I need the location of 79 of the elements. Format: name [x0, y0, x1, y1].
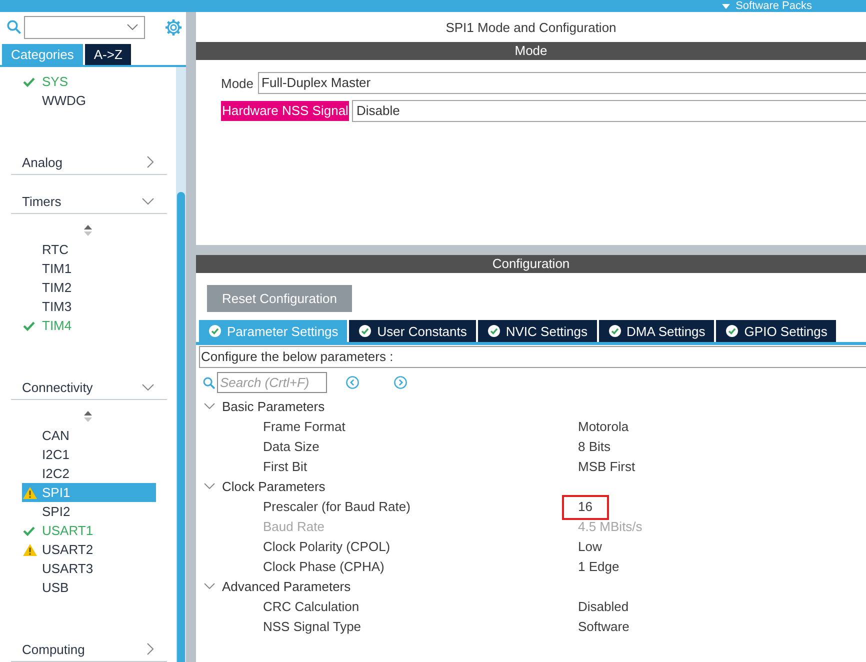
search-icon[interactable]	[203, 376, 215, 388]
chevron-down-icon	[142, 198, 154, 204]
warning-icon	[23, 486, 37, 498]
parameter-value[interactable]: 8 Bits	[578, 438, 611, 454]
parameter-label: Baud Rate	[263, 518, 324, 534]
check-circle-icon	[726, 325, 738, 337]
search-field[interactable]: Search (Crtl+F)	[217, 372, 327, 393]
next-icon[interactable]	[394, 376, 407, 389]
config-tab[interactable]: NVIC Settings	[478, 320, 597, 342]
check-circle-icon	[488, 325, 500, 337]
sidebar-item[interactable]: I2C2	[22, 464, 156, 483]
parameter-label: Clock Phase (CPHA)	[263, 558, 384, 574]
parameter-label: CRC Calculation	[263, 598, 360, 614]
chevron-right-icon	[147, 643, 154, 655]
select-field[interactable]: Disable	[352, 100, 866, 122]
chevron-right-icon	[147, 156, 154, 168]
chevron-down-icon	[204, 483, 215, 489]
hint-box: Configure the below parameters :	[199, 346, 866, 368]
sidebar-item[interactable]: USB	[22, 578, 156, 597]
parameter-label: First Bit	[263, 458, 308, 474]
tree-group[interactable]: Clock Parameters	[196, 476, 326, 496]
sidebar-item[interactable]: I2C1	[22, 445, 156, 464]
caret-icon	[722, 4, 730, 8]
tree-group[interactable]: Basic Parameters	[196, 396, 325, 416]
parameter-value[interactable]: Disabled	[578, 598, 629, 614]
search-combo-field[interactable]	[24, 16, 145, 38]
sort-icon[interactable]	[84, 411, 92, 422]
category-header[interactable]: Connectivity	[11, 375, 167, 400]
config-tab[interactable]: GPIO Settings	[716, 320, 836, 342]
chevron-down-icon	[204, 583, 215, 589]
select-field[interactable]: Full-Duplex Master	[258, 72, 866, 94]
warning-icon	[23, 544, 37, 556]
chevron-down-icon	[142, 384, 154, 390]
check-icon	[23, 76, 35, 86]
sidebar-item[interactable]: TIM3	[22, 297, 156, 316]
parameter-value[interactable]: Motorola	[578, 418, 629, 434]
previous-icon[interactable]	[346, 376, 359, 389]
sidebar-item[interactable]: RTC	[22, 240, 156, 259]
tree-group[interactable]: Advanced Parameters	[196, 576, 351, 596]
check-circle-icon	[359, 325, 372, 337]
panel-title: SPI1 Mode and Configuration	[446, 20, 616, 34]
config-tab[interactable]: DMA Settings	[598, 320, 714, 342]
scrollbar[interactable]	[176, 67, 186, 662]
parameter-label: Prescaler (for Baud Rate)	[263, 498, 410, 514]
parameter-label: Data Size	[263, 438, 320, 454]
scrollbar-thumb[interactable]	[177, 192, 185, 662]
section-header: Mode	[196, 42, 866, 60]
settings-icon[interactable]	[165, 18, 182, 36]
sidebar-tab[interactable]: A->Z	[84, 44, 132, 65]
sidebar-item[interactable]: CAN	[22, 426, 156, 445]
category-header[interactable]: Computing	[11, 637, 167, 662]
parameter-value[interactable]: MSB First	[578, 458, 636, 474]
sidebar-item[interactable]: USART2	[22, 540, 156, 559]
parameter-value[interactable]: 1 Edge	[578, 558, 620, 574]
parameter-value[interactable]: 16	[578, 498, 592, 514]
parameter-label: NSS Signal Type	[263, 618, 362, 634]
chevron-down-icon	[204, 403, 215, 409]
check-circle-icon	[209, 325, 221, 337]
sidebar-item[interactable]: TIM1	[22, 259, 156, 278]
sidebar-item[interactable]: TIM2	[22, 278, 156, 297]
category-header[interactable]: Analog	[11, 150, 167, 175]
search-icon[interactable]	[7, 20, 21, 34]
check-circle-icon	[608, 325, 621, 337]
sort-icon[interactable]	[84, 225, 92, 236]
category-header[interactable]: Timers	[11, 189, 167, 214]
field-label: Hardware NSS Signal	[221, 101, 350, 121]
sidebar-item[interactable]: USART3	[22, 559, 156, 578]
parameter-label: Frame Format	[263, 418, 346, 434]
check-icon	[23, 526, 35, 536]
check-icon	[23, 320, 35, 330]
field-label: Mode	[221, 76, 254, 90]
parameter-value[interactable]: Low	[578, 538, 602, 554]
chevron-down-icon	[127, 24, 138, 30]
sidebar-item[interactable]: SPI2	[22, 502, 156, 521]
section-header: Configuration	[196, 255, 866, 273]
parameter-label: Clock Polarity (CPOL)	[263, 538, 390, 554]
parameter-value[interactable]: Software	[578, 618, 630, 634]
config-tab[interactable]: User Constants	[349, 320, 476, 342]
sidebar-item[interactable]: WWDG	[22, 91, 156, 110]
